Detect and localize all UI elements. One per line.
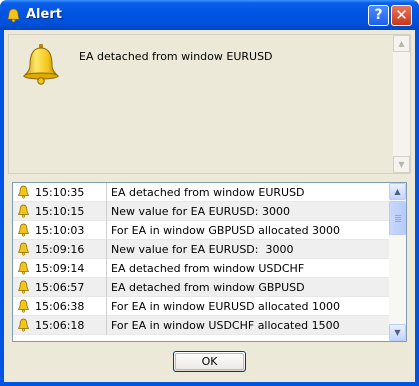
bell-icon xyxy=(17,261,30,275)
list-item[interactable]: 15:06:57 EA detached from window GBPUSD xyxy=(13,278,390,297)
alert-time: 15:10:03 xyxy=(35,224,85,237)
list-item[interactable]: 15:10:03 For EA in window GBPUSD allocat… xyxy=(13,221,390,240)
alert-time: 15:06:18 xyxy=(35,319,85,332)
bell-icon xyxy=(17,299,30,313)
scrollbar-thumb[interactable] xyxy=(389,201,406,235)
list-item[interactable]: 15:06:18 For EA in window USDCHF allocat… xyxy=(13,316,390,335)
list-item[interactable]: 15:06:38 For EA in window EURUSD allocat… xyxy=(13,297,390,316)
scroll-down-arrow-icon[interactable]: ▼ xyxy=(393,156,410,173)
list-item[interactable]: 15:10:35 EA detached from window EURUSD xyxy=(13,183,390,202)
bell-icon xyxy=(17,223,30,237)
bell-icon xyxy=(22,44,60,85)
grip-line xyxy=(395,215,401,216)
column-divider xyxy=(106,183,107,202)
alert-time: 15:09:16 xyxy=(35,243,85,256)
title-bar[interactable]: Alert ? ✕ xyxy=(0,0,419,30)
alert-message: New value for EA EURUSD: 3000 xyxy=(111,205,290,218)
grip-line xyxy=(395,217,401,218)
alert-time: 15:10:15 xyxy=(35,205,85,218)
alert-message: EA detached from window USDCHF xyxy=(111,262,305,275)
scroll-down-arrow-icon[interactable]: ▼ xyxy=(389,324,406,341)
bell-icon xyxy=(17,204,30,218)
alert-message: EA detached from window EURUSD xyxy=(111,186,305,199)
alert-time: 15:09:14 xyxy=(35,262,85,275)
alert-history-list[interactable]: 15:10:35 EA detached from window EURUSD … xyxy=(12,182,407,342)
alert-time: 15:06:38 xyxy=(35,300,85,313)
list-item[interactable]: 15:09:14 EA detached from window USDCHF xyxy=(13,259,390,278)
alert-message: New value for EA EURUSD: 3000 xyxy=(111,243,294,256)
alert-time: 15:10:35 xyxy=(35,186,85,199)
alert-message: For EA in window GBPUSD allocated 3000 xyxy=(111,224,341,237)
column-divider xyxy=(106,240,107,259)
column-divider xyxy=(106,221,107,240)
list-scrollbar[interactable]: ▲ ▼ xyxy=(389,183,406,341)
message-scrollbar[interactable]: ▲ ▼ xyxy=(393,35,410,173)
alert-time: 15:06:57 xyxy=(35,281,85,294)
bell-icon xyxy=(7,8,20,23)
scroll-up-arrow-icon[interactable]: ▲ xyxy=(389,183,406,200)
column-divider xyxy=(106,297,107,316)
alert-message: EA detached from window GBPUSD xyxy=(111,281,305,294)
dialog-client: EA detached from window EURUSD ▲ ▼ 15:10… xyxy=(4,30,415,382)
help-button[interactable]: ? xyxy=(368,5,389,26)
close-button[interactable]: ✕ xyxy=(391,5,412,26)
bell-icon xyxy=(17,280,30,294)
grip-line xyxy=(395,221,401,222)
list-item[interactable]: 15:10:15 New value for EA EURUSD: 3000 xyxy=(13,202,390,221)
message-text: EA detached from window EURUSD xyxy=(79,50,273,63)
alert-message: For EA in window EURUSD allocated 1000 xyxy=(111,300,340,313)
column-divider xyxy=(106,278,107,297)
column-divider xyxy=(106,316,107,335)
grip-line xyxy=(395,219,401,220)
column-divider xyxy=(106,202,107,221)
column-divider xyxy=(106,259,107,278)
window-title: Alert xyxy=(26,7,62,22)
ok-button[interactable]: OK xyxy=(173,351,246,372)
bell-icon xyxy=(17,242,30,256)
alert-message: For EA in window USDCHF allocated 1500 xyxy=(111,319,340,332)
list-item[interactable]: 15:09:16 New value for EA EURUSD: 3000 xyxy=(13,240,390,259)
scroll-up-arrow-icon[interactable]: ▲ xyxy=(393,35,410,52)
alert-window: Alert ? ✕ EA detached from window EURUSD… xyxy=(0,0,419,386)
bell-icon xyxy=(17,318,30,332)
message-area: EA detached from window EURUSD ▲ ▼ xyxy=(8,34,411,174)
bell-icon xyxy=(17,185,30,199)
